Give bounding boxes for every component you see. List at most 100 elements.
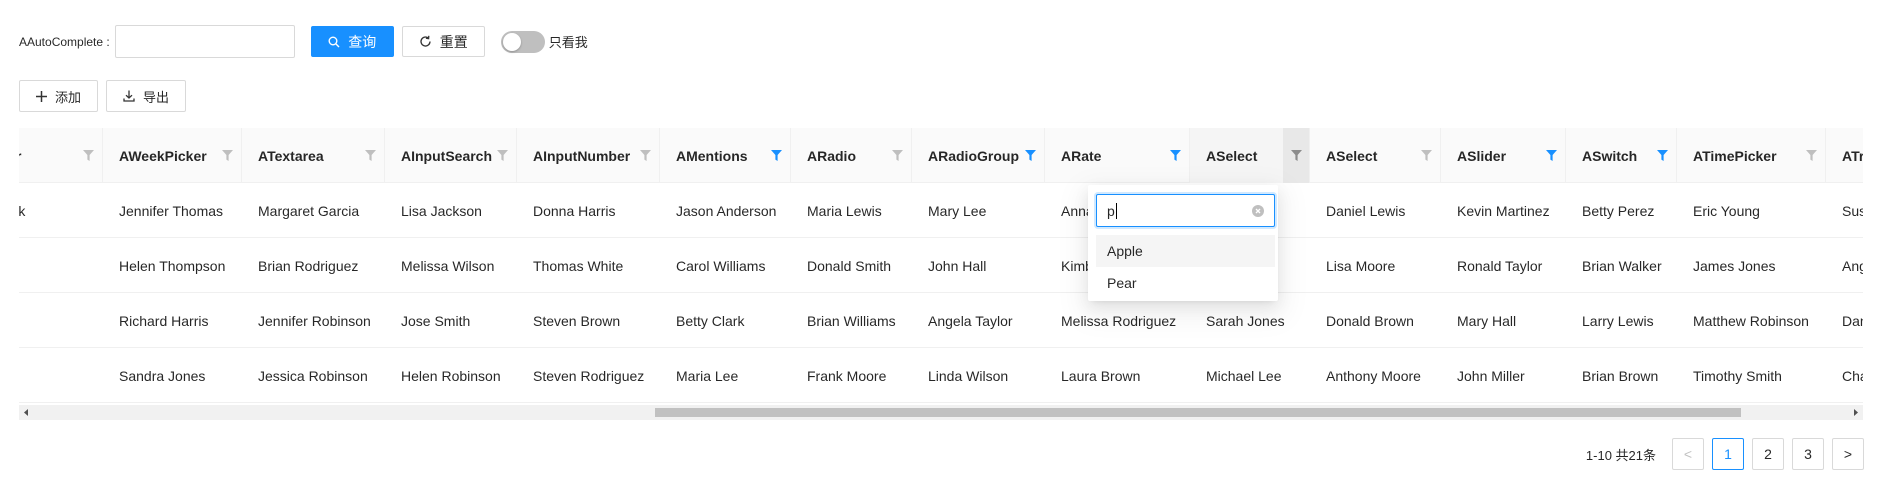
column-header[interactable]: AMentions: [660, 128, 791, 183]
page-1-button[interactable]: 1: [1712, 438, 1744, 470]
table-cell: Mary Lee: [928, 202, 987, 219]
filter-icon[interactable]: [891, 148, 903, 162]
scroll-right-icon[interactable]: [1851, 408, 1860, 417]
table-cell: Thomas White: [533, 257, 624, 274]
column-header[interactable]: ADatePicker: [19, 128, 103, 183]
column-header[interactable]: ARate: [1045, 128, 1190, 183]
column-header[interactable]: ASlider: [1441, 128, 1566, 183]
table-cell: Michael Lee: [1206, 367, 1282, 384]
column-title: ASelect: [1326, 147, 1378, 164]
table-cell: Sarah Smith: [19, 238, 103, 293]
column-header[interactable]: ARadioGroup: [912, 128, 1045, 183]
table-cell: Larry Lewis: [1582, 312, 1654, 329]
add-button[interactable]: 添加: [19, 80, 99, 112]
column-header[interactable]: ARadio: [791, 128, 912, 183]
filter-dropdown: p Apple Pear: [1088, 185, 1278, 301]
filter-option[interactable]: Apple: [1096, 235, 1275, 267]
table-cell: John Miller: [1457, 367, 1525, 384]
filter-icon[interactable]: [639, 148, 651, 162]
column-title: ATextarea: [258, 147, 324, 164]
scroll-left-icon[interactable]: [22, 408, 31, 417]
prev-page-button[interactable]: <: [1672, 438, 1704, 470]
filter-icon[interactable]: [1024, 148, 1036, 162]
filter-icon[interactable]: [364, 148, 376, 162]
filter-icon[interactable]: [1805, 148, 1817, 162]
table-cell: Carol Williams: [676, 257, 766, 274]
table-cell: Jennifer Thomas: [119, 202, 224, 219]
filter-icon[interactable]: [221, 148, 233, 162]
filter-icon[interactable]: [770, 148, 782, 162]
filter-icon[interactable]: [496, 148, 508, 162]
export-button[interactable]: 导出: [106, 80, 187, 112]
table-cell: Maria Lee: [19, 348, 103, 403]
table-cell: Steven Rodriguez: [533, 367, 645, 384]
table-cell: Daniel Lewis: [1326, 202, 1406, 219]
next-page-button[interactable]: >: [1832, 438, 1864, 470]
clear-icon[interactable]: [1252, 205, 1264, 217]
column-title: ATimePicker: [1693, 147, 1777, 164]
search-bar: AAutoComplete : 查询 重置 只看我: [19, 25, 588, 58]
table-cell: Maria Lee: [676, 367, 739, 384]
table-cell: James Jones: [1693, 257, 1776, 274]
query-label: 查询: [348, 33, 377, 50]
scrollbar-thumb[interactable]: [655, 408, 1741, 417]
page-3-button[interactable]: 3: [1792, 438, 1824, 470]
table-cell: Jennifer Robinson: [258, 312, 371, 329]
column-title: AInputSearch: [401, 147, 493, 164]
reset-button[interactable]: 重置: [401, 26, 485, 57]
filter-icon[interactable]: [1545, 148, 1557, 162]
query-button[interactable]: 查询: [310, 26, 394, 57]
table-cell: Melissa Wilson: [401, 257, 495, 274]
column-header[interactable]: ATimePicker: [1677, 128, 1826, 183]
table-row: Sarah Smith Helen Thompson Brian Rodriguez…: [19, 238, 1863, 293]
autocomplete-input[interactable]: [114, 25, 295, 58]
table-cell: Sandra Jones: [119, 367, 206, 384]
table-cell: Jessica Robinson: [258, 367, 368, 384]
filter-option[interactable]: Pear: [1096, 267, 1275, 299]
only-me-label: 只看我: [548, 35, 588, 50]
column-title: AWeekPicker: [119, 147, 207, 164]
table-header: ADatePicker AWeekPicker ATextarea AInputSea…: [19, 128, 1863, 183]
table-cell: Margaret Garcia: [258, 202, 360, 219]
table-cell: Maria Lewis: [807, 202, 882, 219]
table-cell: Laura Brown: [1061, 367, 1141, 384]
filter-option-list: Apple Pear: [1096, 235, 1275, 299]
only-me-switch[interactable]: [500, 30, 545, 53]
table-cell: John Hall: [928, 257, 987, 274]
table-cell: Donald Brown: [1326, 312, 1414, 329]
column-header[interactable]: ASwitch: [1566, 128, 1677, 183]
column-header[interactable]: ASelect: [1190, 128, 1310, 183]
table-cell: Kevin Martinez: [1457, 202, 1550, 219]
page-2-button[interactable]: 2: [1752, 438, 1784, 470]
column-header[interactable]: AInputSearch: [385, 128, 517, 183]
action-bar: 添加 导出: [19, 80, 194, 112]
column-header[interactable]: AWeekPicker: [103, 128, 242, 183]
table-cell: Timothy Smith: [1693, 367, 1782, 384]
filter-icon[interactable]: [82, 148, 94, 162]
filter-input-value: p: [1107, 202, 1115, 219]
table-cell: Betty Perez: [1582, 202, 1655, 219]
reload-icon: [420, 35, 431, 47]
table-cell: Brian Walker: [1582, 257, 1662, 274]
filter-icon[interactable]: [1283, 128, 1309, 183]
filter-icon[interactable]: [1656, 148, 1668, 162]
table-cell: Anthony Moore: [1326, 367, 1421, 384]
horizontal-scrollbar[interactable]: [19, 405, 1863, 420]
table-cell: Melissa Rodriguez: [1061, 312, 1177, 329]
column-header[interactable]: ATextarea: [242, 128, 385, 183]
column-title: AMentions: [676, 147, 748, 164]
column-title: ASwitch: [1582, 147, 1638, 164]
column-header[interactable]: ASelect: [1310, 128, 1441, 183]
column-header[interactable]: ATreeSelect: [1826, 128, 1863, 183]
table-cell: Matthew Robinson: [1693, 312, 1809, 329]
filter-icon[interactable]: [1169, 148, 1181, 162]
text-cursor: [1115, 202, 1117, 219]
pagination: 1-10 共21条 < 1 2 3 >: [1586, 438, 1864, 470]
table-cell: Richard Harris: [119, 312, 209, 329]
filter-autocomplete-input[interactable]: p: [1096, 194, 1275, 227]
table-cell: Lisa Jackson: [401, 202, 482, 219]
filter-icon[interactable]: [1420, 148, 1432, 162]
table-cell: Lisa Moore: [1326, 257, 1396, 274]
column-header[interactable]: AInputNumber: [517, 128, 660, 183]
table-cell: Brian Rodriguez: [258, 257, 359, 274]
